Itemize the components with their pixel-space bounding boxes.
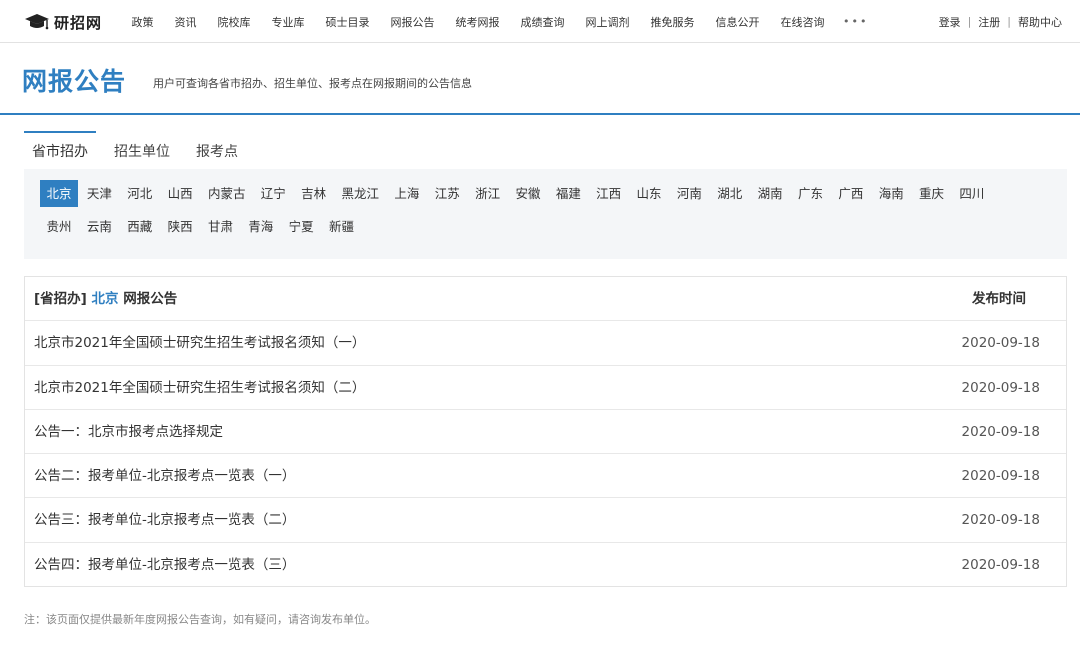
nav-item-score-query[interactable]: 成绩查询 [510, 14, 575, 30]
region-row1-18[interactable]: 广东 [791, 180, 829, 207]
publish-date: 2020-09-18 [961, 379, 1040, 396]
table-row[interactable]: 北京市2021年全国硕士研究生招生考试报名须知（二） 2020-09-18 [25, 366, 1066, 410]
region-row1-7[interactable]: 黑龙江 [335, 180, 386, 207]
footnote: 注：该页面仅提供最新年度网报公告查询，如有疑问，请咨询发布单位。 [24, 613, 376, 626]
announcement-title-link[interactable]: 公告一：北京市报考点选择规定 [34, 410, 223, 454]
table-body: 北京市2021年全国硕士研究生招生考试报名须知（一） 2020-09-18 北京市2… [25, 321, 1066, 587]
announcement-title-link[interactable]: 北京市2021年全国硕士研究生招生考试报名须知（二） [34, 366, 365, 410]
nav-item-info-disclosure[interactable]: 信息公开 [705, 14, 770, 30]
page-description: 用户可查询各省市招办、招生单位、报考点在网报期间的公告信息 [153, 77, 472, 90]
publish-date: 2020-09-18 [961, 423, 1040, 440]
announcement-title-link[interactable]: 公告二：报考单位-北京报考点一览表（一） [34, 454, 295, 498]
region-row1-14[interactable]: 山东 [630, 180, 668, 207]
table-row[interactable]: 公告二：报考单位-北京报考点一览表（一） 2020-09-18 [25, 454, 1066, 499]
announcement-table: [省招办] 北京 网报公告 发布时间 北京市2021年全国硕士研究生招生考试报名… [24, 276, 1067, 587]
nav-item-online-adjustment[interactable]: 网上调剂 [575, 14, 640, 30]
region-row2-0[interactable]: 贵州 [40, 213, 78, 240]
region-row2-7[interactable]: 新疆 [323, 213, 361, 240]
region-row1-5[interactable]: 辽宁 [254, 180, 292, 207]
table-header-row: [省招办] 北京 网报公告 发布时间 [25, 277, 1066, 322]
main-nav: 政策 资讯 院校库 专业库 硕士目录 网报公告 统考网报 成绩查询 网上调剂 推… [121, 0, 876, 43]
separator: | [1007, 15, 1011, 28]
region-row1-17[interactable]: 湖南 [751, 180, 789, 207]
region-row1-22[interactable]: 四川 [953, 180, 991, 207]
nav-item-major-library[interactable]: 专业库 [261, 14, 315, 30]
graduation-cap-icon [24, 12, 50, 32]
region-row1-20[interactable]: 海南 [872, 180, 910, 207]
region-row1-13[interactable]: 江西 [590, 180, 628, 207]
nav-item-master-catalog[interactable]: 硕士目录 [315, 14, 380, 30]
announcement-title-link[interactable]: 公告三：报考单位-北京报考点一览表（二） [34, 498, 295, 542]
region-row2-1[interactable]: 云南 [80, 213, 118, 240]
page-title: 网报公告 [22, 67, 127, 96]
table-header-title: [省招办] 北京 网报公告 [34, 277, 177, 321]
region-row1-9[interactable]: 江苏 [428, 180, 466, 207]
region-row1-19[interactable]: 广西 [832, 180, 870, 207]
region-row2-2[interactable]: 西藏 [121, 213, 159, 240]
region-row1-2[interactable]: 河北 [121, 180, 159, 207]
table-header-date: 发布时间 [972, 291, 1026, 307]
nav-item-policy[interactable]: 政策 [121, 14, 164, 30]
more-menu-icon[interactable]: ••• [835, 15, 876, 28]
table-row[interactable]: 北京市2021年全国硕士研究生招生考试报名须知（一） 2020-09-18 [25, 321, 1066, 366]
region-row2-4[interactable]: 甘肃 [201, 213, 239, 240]
region-row1-15[interactable]: 河南 [670, 180, 708, 207]
table-row[interactable]: 公告一：北京市报考点选择规定 2020-09-18 [25, 410, 1066, 455]
tab-exam-site[interactable]: 报考点 [188, 131, 246, 167]
region-row: 贵州 云南 西藏 陕西 甘肃 青海 宁夏 新疆 [40, 213, 363, 240]
register-link[interactable]: 注册 [978, 14, 1000, 30]
site-logo-text: 研招网 [54, 13, 103, 32]
region-row1-3[interactable]: 山西 [161, 180, 199, 207]
user-links: 登录 | 注册 | 帮助中心 [939, 0, 1062, 43]
category-tabs: 省市招办 招生单位 报考点 [24, 131, 256, 167]
region-row1-8[interactable]: 上海 [388, 180, 426, 207]
announcement-title-link[interactable]: 公告四：报考单位-北京报考点一览表（三） [34, 543, 295, 587]
publish-date: 2020-09-18 [961, 512, 1040, 529]
publish-date: 2020-09-18 [961, 468, 1040, 485]
region-row1-16[interactable]: 湖北 [711, 180, 749, 207]
nav-item-news[interactable]: 资讯 [164, 14, 207, 30]
help-center-link[interactable]: 帮助中心 [1018, 14, 1062, 30]
nav-item-recommendation[interactable]: 推免服务 [640, 14, 705, 30]
region-row1-11[interactable]: 安徽 [509, 180, 547, 207]
nav-item-school-library[interactable]: 院校库 [207, 14, 261, 30]
table-row[interactable]: 公告四：报考单位-北京报考点一览表（三） 2020-09-18 [25, 543, 1066, 587]
region-row2-3[interactable]: 陕西 [161, 213, 199, 240]
header-prefix: [省招办] [34, 291, 87, 307]
tab-provincial-office[interactable]: 省市招办 [24, 131, 96, 167]
publish-date: 2020-09-18 [961, 556, 1040, 573]
site-logo[interactable]: 研招网 [24, 11, 102, 33]
region-row2-6[interactable]: 宁夏 [282, 213, 320, 240]
region-row1-21[interactable]: 重庆 [913, 180, 951, 207]
region-row2-5[interactable]: 青海 [242, 213, 280, 240]
nav-item-registration-notice[interactable]: 网报公告 [380, 14, 445, 30]
table-row[interactable]: 公告三：报考单位-北京报考点一览表（二） 2020-09-18 [25, 498, 1066, 543]
publish-date: 2020-09-18 [961, 335, 1040, 352]
header-region: 北京 [91, 291, 119, 307]
header-suffix: 网报公告 [123, 291, 178, 307]
top-navigation-bar: 研招网 政策 资讯 院校库 专业库 硕士目录 网报公告 统考网报 成绩查询 网上… [0, 0, 1080, 43]
region-selector: 北京 天津 河北 山西 内蒙古 辽宁 吉林 黑龙江 上海 江苏 浙江 安徽 福建 江西 山东 河南 湖北 湖南 广东… [24, 169, 1067, 259]
region-row1-12[interactable]: 福建 [549, 180, 587, 207]
nav-item-online-registration[interactable]: 统考网报 [445, 14, 510, 30]
region-row1-0[interactable]: 北京 [40, 180, 79, 207]
login-link[interactable]: 登录 [939, 14, 961, 30]
region-row1-6[interactable]: 吉林 [295, 180, 333, 207]
region-row1-1[interactable]: 天津 [80, 180, 118, 207]
tab-admission-unit[interactable]: 招生单位 [106, 131, 178, 167]
page-header: 网报公告 用户可查询各省市招办、招生单位、报考点在网报期间的公告信息 [0, 43, 1080, 115]
region-row: 北京 天津 河北 山西 内蒙古 辽宁 吉林 黑龙江 上海 江苏 浙江 安徽 福建 江西 山东 河南 湖北 湖南 广东… [40, 180, 993, 207]
announcement-title-link[interactable]: 北京市2021年全国硕士研究生招生考试报名须知（一） [34, 321, 365, 365]
region-row1-10[interactable]: 浙江 [469, 180, 507, 207]
region-row1-4[interactable]: 内蒙古 [201, 180, 252, 207]
nav-item-online-consult[interactable]: 在线咨询 [770, 14, 835, 30]
separator: | [967, 15, 972, 28]
